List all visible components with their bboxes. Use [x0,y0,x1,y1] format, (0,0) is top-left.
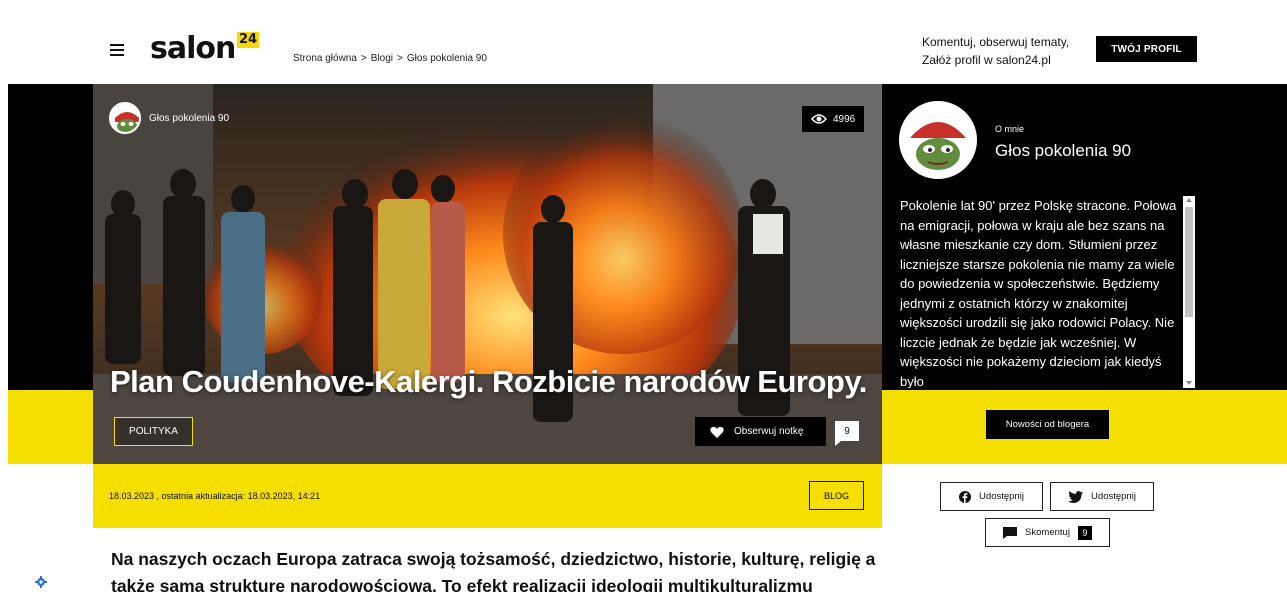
scroll-up-arrow-icon[interactable] [1186,198,1192,202]
comment-label: Skomentuj [1025,527,1070,538]
blogger-name[interactable]: Głos pokolenia 90 [995,141,1131,161]
blogger-news-button[interactable]: Nowości od blogera [986,410,1109,439]
scroll-down-arrow-icon[interactable] [1186,381,1192,385]
about-me-label: O mnie [995,124,1025,134]
eye-icon [811,114,827,124]
breadcrumb-home[interactable]: Strona główna [293,53,357,64]
hero-photo-riot-scene [93,84,882,464]
cta-line-1: Komentuj, obserwuj tematy, [922,35,1070,49]
pepe-avatar-icon [111,104,139,132]
blogger-avatar[interactable] [899,101,977,179]
settings-gear-icon[interactable] [35,576,47,588]
twitter-bird-icon [1068,490,1084,503]
share-twitter-button[interactable]: Udostępnij [1050,482,1154,511]
cta-line-2: Załóż profil w salon24.pl [922,53,1051,67]
breadcrumb-separator: > [360,53,367,64]
hero-author[interactable]: Głos pokolenia 90 [109,102,229,134]
heart-icon [710,426,724,438]
comment-count: 9 [1077,525,1092,540]
follow-note-button[interactable]: Obserwuj notkę [695,417,826,446]
follow-count-bubble: 9 [835,421,859,446]
facebook-icon [959,490,972,503]
follow-note-label: Obserwuj notkę [734,426,804,437]
scroll-thumb[interactable] [1185,207,1193,317]
views-counter: 4996 [802,106,865,132]
menu-icon[interactable] [110,44,124,56]
article-title: Plan Coudenhove-Kalergi. Rozbicie narodó… [110,364,867,399]
article-lead: Na naszych oczach Europa zatraca swoją t… [111,549,876,592]
article-meta-bar: 18.03.2023 , ostatnia aktualizacja: 18.0… [93,464,882,528]
breadcrumb-separator: > [397,53,403,64]
logo-badge: 24 [237,32,260,48]
blogger-bio: Pokolenie lat 90' przez Polskę stracone.… [900,198,1177,388]
salon24-logo[interactable]: salon [150,34,236,64]
hero-image: Głos pokolenia 90 4996 Plan Coudenhove-K… [93,84,882,464]
author-avatar[interactable] [109,102,141,134]
pepe-avatar-icon [902,104,974,176]
share-facebook-button[interactable]: Udostępnij [940,482,1043,511]
blog-tag[interactable]: BLOG [809,481,864,510]
share-twitter-label: Udostępnij [1091,491,1136,502]
publish-date: 18.03.2023 , ostatnia aktualizacja: 18.0… [109,491,321,501]
share-facebook-label: Udostępnij [979,491,1024,502]
comment-bubble-icon [1003,526,1018,539]
breadcrumb-blogs[interactable]: Blogi [371,53,393,64]
breadcrumb-current[interactable]: Głos pokolenia 90 [407,53,487,64]
category-tag[interactable]: POLITYKA [114,417,193,446]
breadcrumb: Strona główna > Blogi > Głos pokolenia 9… [293,53,487,64]
hero-author-name[interactable]: Głos pokolenia 90 [149,113,229,124]
comment-button[interactable]: Skomentuj 9 [985,518,1110,547]
profile-button[interactable]: TWÓJ PROFIL [1096,36,1197,62]
views-count: 4996 [833,113,856,125]
bio-scrollbar[interactable] [1183,196,1195,388]
header-cta-text: Komentuj, obserwuj tematy, Załóż profil … [922,33,1092,69]
